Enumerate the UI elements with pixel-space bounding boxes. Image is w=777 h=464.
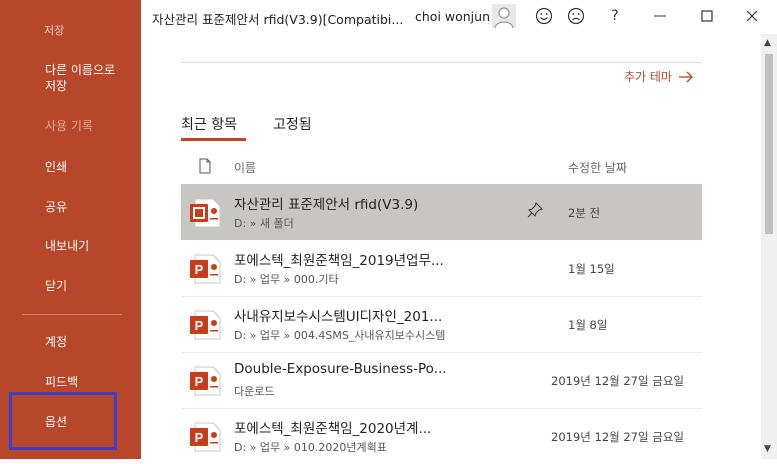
maximize-icon (701, 10, 713, 22)
help-icon: ? (611, 8, 619, 24)
scroll-up-icon[interactable]: ▲ (764, 38, 771, 48)
file-path: D: » 업무 » 004.4SMS_사내유지보수시스템 (234, 329, 446, 342)
tab-recent[interactable]: 최근 항목 (181, 114, 237, 134)
close-icon (746, 10, 758, 22)
powerpoint-file-icon: P (190, 422, 221, 452)
powerpoint-file-icon (190, 198, 221, 228)
file-modified-date: 2019년 12월 27일 금요일 (551, 374, 684, 388)
powerpoint-file-icon: P (190, 254, 221, 284)
recent-file-row[interactable]: P 포에스텍_최원준책임_2020년계... D: » 업무 » 010.202… (181, 408, 702, 464)
powerpoint-file-icon: P (190, 366, 221, 396)
recent-file-row[interactable]: P Double-Exposure-Business-Po... 다운로드 20… (181, 352, 702, 408)
powerpoint-file-icon: P (190, 310, 221, 340)
more-themes-label: 추가 테마 (624, 70, 672, 84)
sidebar-item-history[interactable]: 사용 기록 (45, 118, 93, 134)
file-modified-date: 1월 8일 (568, 318, 608, 332)
column-header-name[interactable]: 이름 (234, 159, 256, 176)
file-name: 사내유지보수시스템UI디자인_201... (234, 309, 443, 325)
file-path: 다운로드 (234, 385, 275, 398)
file-name: 포에스텍_최원준책임_2019년업무... (234, 253, 444, 269)
file-name: Double-Exposure-Business-Po... (234, 361, 447, 377)
sidebar-item-close[interactable]: 닫기 (45, 278, 67, 294)
avatar[interactable] (492, 4, 516, 29)
column-header-modified[interactable]: 수정한 날짜 (568, 159, 627, 176)
file-path: D: » 업무 » 000.기타 (234, 273, 339, 286)
sidebar-item-account[interactable]: 계정 (45, 334, 67, 350)
help-button[interactable]: ? (605, 6, 625, 26)
recent-file-row[interactable]: 자산관리 표준제안서 rfid(V3.9) D: » 새 폴더 2분 전 (181, 184, 702, 240)
title-bar: 자산관리 표준제안서 rfid(V3.9)[Compatibi... choi … (141, 0, 777, 34)
tab-active-indicator (181, 138, 246, 141)
sidebar-item-label: 다른 이름으로 (45, 63, 116, 77)
recent-file-row[interactable]: P 포에스텍_최원준책임_2019년업무... D: » 업무 » 000.기타… (181, 240, 702, 296)
file-path: D: » 새 폴더 (234, 217, 294, 230)
more-themes-link[interactable]: 추가 테마 (624, 68, 694, 85)
sidebar-item-print[interactable]: 인쇄 (45, 159, 67, 175)
document-title: 자산관리 표준제안서 rfid(V3.9)[Compatibi... (152, 12, 404, 27)
sidebar-item-save-as[interactable]: 다른 이름으로 저장 (45, 62, 115, 94)
person-icon (494, 7, 514, 29)
close-button[interactable] (742, 6, 762, 26)
backstage-sidebar: 저장 다른 이름으로 저장 사용 기록 인쇄 공유 내보내기 닫기 계정 피드백… (0, 0, 141, 459)
svg-text:P: P (195, 430, 204, 445)
file-modified-date: 2분 전 (568, 206, 601, 220)
maximize-button[interactable] (697, 6, 717, 26)
file-name: 포에스텍_최원준책임_2020년계... (234, 421, 432, 437)
svg-text:P: P (195, 374, 204, 389)
svg-text:P: P (195, 318, 204, 333)
arrow-right-icon (678, 71, 693, 82)
document-icon (199, 158, 211, 174)
open-recent-panel: 추가 테마 최근 항목 고정됨 이름 수정한 날짜 자산관리 표준제안서 rfi… (141, 34, 761, 459)
tab-pinned[interactable]: 고정됨 (273, 114, 312, 134)
svg-text:P: P (195, 262, 204, 277)
sidebar-divider (22, 314, 122, 315)
file-modified-date: 1월 15일 (568, 262, 615, 276)
frown-icon[interactable] (566, 6, 586, 26)
file-modified-date: 2019년 12월 27일 금요일 (551, 430, 684, 444)
sidebar-item-share[interactable]: 공유 (45, 199, 67, 215)
minimize-icon (654, 15, 666, 17)
file-name: 자산관리 표준제안서 rfid(V3.9) (234, 197, 419, 213)
pin-icon[interactable] (527, 202, 543, 218)
divider (181, 62, 701, 63)
scrollbar-thumb[interactable] (765, 54, 773, 234)
sidebar-item-label: 저장 (45, 79, 68, 93)
sidebar-item-options[interactable]: 옵션 (45, 414, 67, 430)
smile-icon[interactable] (534, 6, 554, 26)
user-name[interactable]: choi wonjun (415, 9, 490, 24)
sidebar-item-feedback[interactable]: 피드백 (45, 374, 78, 390)
sidebar-item-export[interactable]: 내보내기 (45, 238, 89, 254)
sidebar-item-save-partial[interactable]: 저장 (44, 22, 64, 38)
scroll-down-icon[interactable]: ▼ (764, 444, 771, 454)
minimize-button[interactable] (650, 6, 670, 26)
vertical-scrollbar[interactable]: ▲ ▼ (761, 34, 777, 459)
file-path: D: » 업무 » 010.2020년계획표 (234, 441, 387, 454)
recent-file-row[interactable]: P 사내유지보수시스템UI디자인_201... D: » 업무 » 004.4S… (181, 296, 702, 352)
